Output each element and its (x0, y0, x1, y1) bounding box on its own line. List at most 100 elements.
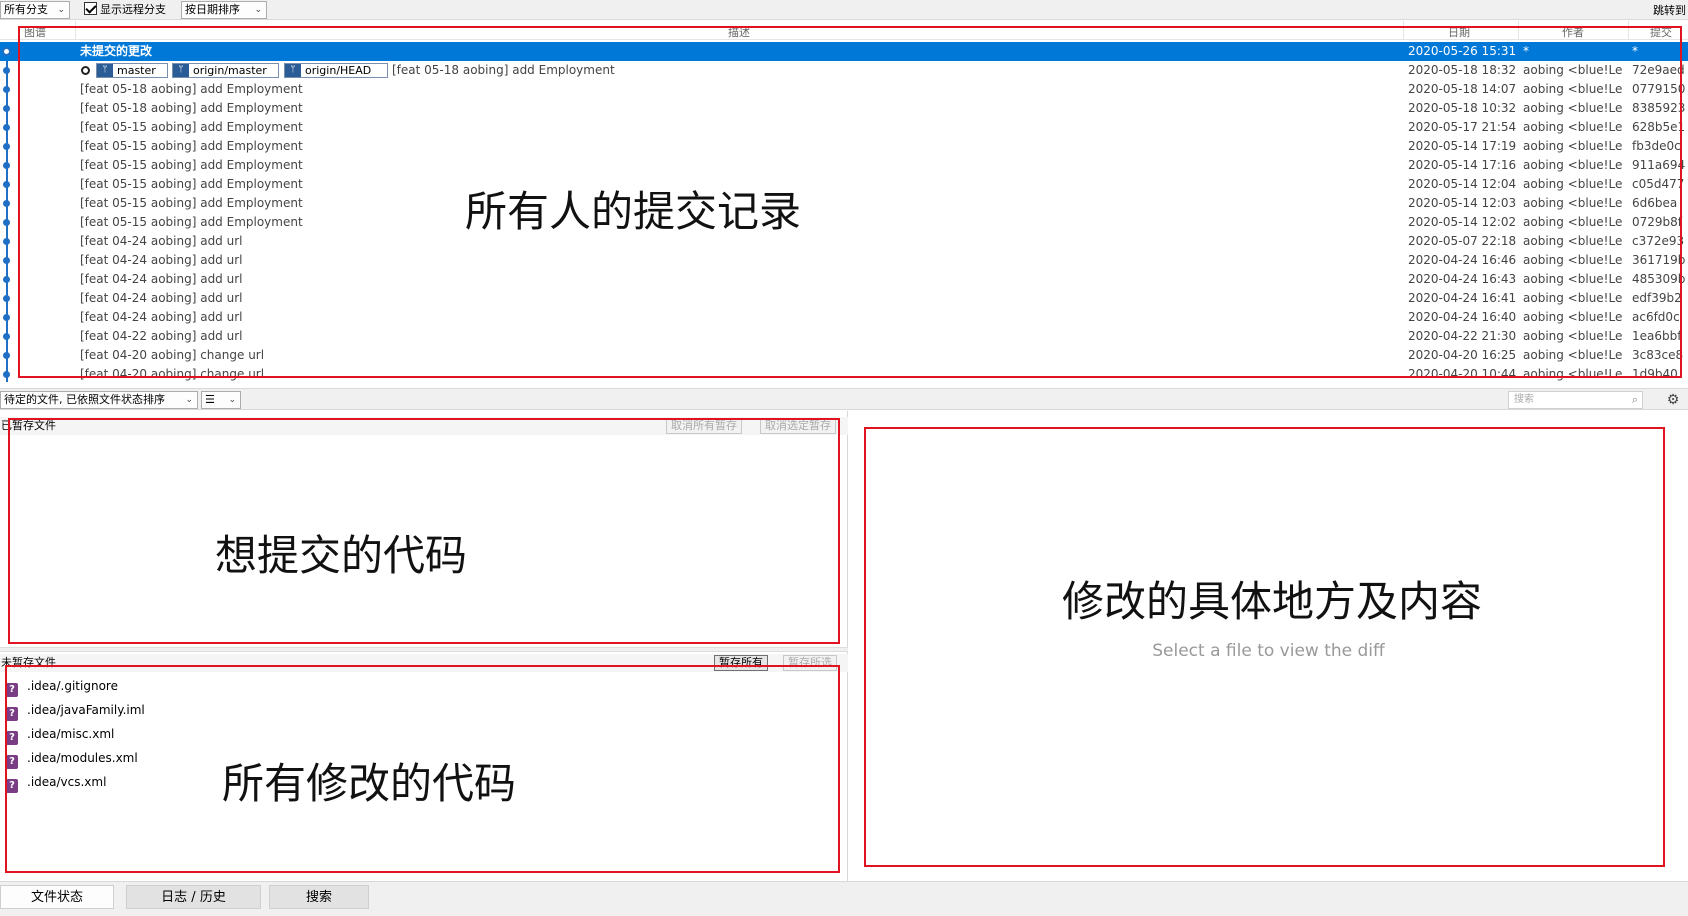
commit-author: aobing <blue!Le (1523, 120, 1623, 134)
commit-node-icon (3, 219, 10, 226)
commit-description: [feat 04-24 aobing] add url (80, 234, 243, 248)
commit-description: [feat 04-24 aobing] add url (80, 253, 243, 267)
commit-date: 2020-04-20 10:44 (1408, 367, 1517, 381)
commit-node-icon (3, 105, 10, 112)
commit-date: 2020-04-24 16:46 (1408, 253, 1517, 267)
commit-description: [feat 04-20 aobing] change url (80, 348, 265, 362)
branch-name: origin/master (193, 64, 267, 77)
commit-row[interactable]: 未提交的更改 2020-05-26 15:31 * * (0, 42, 1688, 61)
untracked-file-icon: ? (6, 755, 18, 769)
gear-icon[interactable]: ⚙ (1663, 391, 1683, 409)
commit-row[interactable]: [feat 05-15 aobing] add Employment 2020-0… (0, 156, 1688, 175)
commit-hash: 8385923 (1632, 101, 1686, 115)
commit-date: 2020-05-18 14:07 (1408, 82, 1517, 96)
commit-date: 2020-05-26 15:31 (1408, 44, 1517, 58)
commit-node-icon (3, 124, 10, 131)
stage-selected-button[interactable]: 暂存所选 (783, 655, 837, 671)
commit-hash: 911a694 (1632, 158, 1686, 172)
commit-date: 2020-04-24 16:43 (1408, 272, 1517, 286)
column-graph[interactable]: 图谱 (24, 24, 46, 40)
commit-node-icon (2, 47, 11, 56)
bottom-tab-bar: 文件状态 日志 / 历史 搜索 (0, 881, 1688, 916)
commit-row[interactable]: [feat 04-24 aobing] add url 2020-04-24 16… (0, 308, 1688, 327)
commit-date: 2020-05-14 17:19 (1408, 139, 1517, 153)
pane-splitter[interactable] (0, 647, 848, 652)
commit-author: aobing <blue!Le (1523, 291, 1623, 305)
branch-label[interactable]: ᛘ origin/HEAD (284, 63, 388, 78)
commit-description: [feat 04-24 aobing] add url (80, 291, 243, 305)
commit-row[interactable]: [feat 05-15 aobing] add Employment 2020-0… (0, 137, 1688, 156)
file-status-toolbar: 待定的文件, 已依照文件状态排序 ⌄ ☰ ⌄ 搜索 ⌕ ⚙ (0, 388, 1688, 410)
commit-description: [feat 04-24 aobing] add url (80, 272, 243, 286)
commit-hash: 361719b (1632, 253, 1686, 267)
commit-row[interactable]: [feat 05-15 aobing] add Employment 2020-0… (0, 118, 1688, 137)
list-item[interactable]: ? .idea/vcs.xml (6, 772, 106, 793)
commit-row[interactable]: [feat 04-24 aobing] add url 2020-04-24 16… (0, 251, 1688, 270)
commit-hash: 1ea6bbf (1632, 329, 1682, 343)
commit-row[interactable]: [feat 04-24 aobing] add url 2020-04-24 16… (0, 289, 1688, 308)
commit-row[interactable]: [feat 04-24 aobing] add url 2020-04-24 16… (0, 270, 1688, 289)
commit-description: [feat 05-18 aobing] add Employment (80, 82, 303, 96)
tab-search[interactable]: 搜索 (269, 885, 369, 909)
unstage-selected-button[interactable]: 取消选定暂存 (760, 418, 836, 434)
commit-hash: 628b5e1 (1632, 120, 1686, 134)
commit-author: aobing <blue!Le (1523, 329, 1623, 343)
commit-author: aobing <blue!Le (1523, 348, 1623, 362)
commit-row[interactable]: [feat 05-15 aobing] add Employment 2020-0… (0, 175, 1688, 194)
search-placeholder: 搜索 (1514, 394, 1534, 405)
annotation-staged-note: 想提交的代码 (215, 531, 468, 580)
view-mode-dropdown[interactable]: ☰ ⌄ (201, 391, 241, 409)
commit-date: 2020-05-18 18:32 (1408, 63, 1517, 77)
commit-row[interactable]: [feat 05-18 aobing] add Employment 2020-0… (0, 80, 1688, 99)
commit-row[interactable]: [feat 05-15 aobing] add Employment 2020-0… (0, 213, 1688, 232)
tab-log-history[interactable]: 日志 / 历史 (126, 885, 261, 909)
commit-row[interactable]: [feat 04-24 aobing] add url 2020-05-07 22… (0, 232, 1688, 251)
commit-row[interactable]: [feat 04-20 aobing] change url 2020-04-20… (0, 365, 1688, 382)
commit-hash: 0729b8f (1632, 215, 1683, 229)
branch-name: origin/HEAD (305, 64, 372, 77)
commit-date: 2020-04-22 21:30 (1408, 329, 1517, 343)
file-sort-label: 待定的文件, 已依照文件状态排序 (4, 393, 165, 406)
search-input[interactable]: 搜索 ⌕ (1508, 391, 1643, 409)
list-item[interactable]: ? .idea/javaFamily.iml (6, 700, 145, 721)
commit-row[interactable]: [feat 05-15 aobing] add Employment 2020-0… (0, 194, 1688, 213)
commit-hash: 6d6bea (1632, 196, 1678, 210)
branch-label[interactable]: ᛘ origin/master (172, 63, 279, 78)
branch-label[interactable]: ᛘ master (96, 63, 168, 78)
commit-author: aobing <blue!Le (1523, 101, 1623, 115)
commit-node-icon (3, 162, 10, 169)
commit-row[interactable]: [feat 05-18 aobing] add Employment 2020-0… (0, 99, 1688, 118)
column-description[interactable]: 描述 (728, 24, 750, 40)
branch-filter-dropdown[interactable]: 所有分支 ⌄ (0, 1, 70, 19)
commit-author: aobing <blue!Le (1523, 82, 1623, 96)
commit-row[interactable]: ᛘ master ᛘ origin/master ᛘ origin/HEAD [feat 0… (0, 61, 1688, 80)
sort-dropdown[interactable]: 按日期排序 ⌄ (181, 1, 267, 19)
commit-date: 2020-05-07 22:18 (1408, 234, 1517, 248)
commit-list: 未提交的更改 2020-05-26 15:31 * * ᛘ master ᛘ origin/m… (0, 42, 1688, 382)
top-toolbar: 所有分支 ⌄ 显示远程分支 按日期排序 ⌄ 跳转到 (0, 0, 1688, 20)
chevron-down-icon: ⌄ (185, 395, 193, 405)
commit-row[interactable]: [feat 04-20 aobing] change url 2020-04-20… (0, 346, 1688, 365)
tab-file-status[interactable]: 文件状态 (0, 885, 114, 909)
commit-hash: fb3de0c (1632, 139, 1681, 153)
commit-node-icon (3, 276, 10, 283)
list-item[interactable]: ? .idea/misc.xml (6, 724, 114, 745)
commit-author: aobing <blue!Le (1523, 215, 1623, 229)
column-commit[interactable]: 提交 (1650, 24, 1672, 40)
file-sort-dropdown[interactable]: 待定的文件, 已依照文件状态排序 ⌄ (0, 391, 198, 409)
chevron-down-icon: ⌄ (228, 395, 236, 405)
column-author[interactable]: 作者 (1562, 24, 1584, 40)
unstage-all-button[interactable]: 取消所有暂存 (666, 418, 742, 434)
list-item[interactable]: ? .idea/.gitignore (6, 676, 118, 697)
file-path: .idea/javaFamily.iml (27, 703, 145, 717)
commit-node-icon (3, 86, 10, 93)
unstaged-files-header: 未暂存文件 暂存所有 暂存所选 (0, 654, 848, 672)
head-marker-icon (81, 66, 90, 75)
commit-row[interactable]: [feat 04-22 aobing] add url 2020-04-22 21… (0, 327, 1688, 346)
show-remote-toggle[interactable]: 显示远程分支 (84, 2, 166, 18)
checkbox-checked-icon[interactable] (84, 2, 97, 15)
stage-all-button[interactable]: 暂存所有 (714, 655, 768, 671)
column-date[interactable]: 日期 (1448, 24, 1470, 40)
list-item[interactable]: ? .idea/modules.xml (6, 748, 138, 769)
jump-to-button[interactable]: 跳转到 (1653, 2, 1686, 18)
